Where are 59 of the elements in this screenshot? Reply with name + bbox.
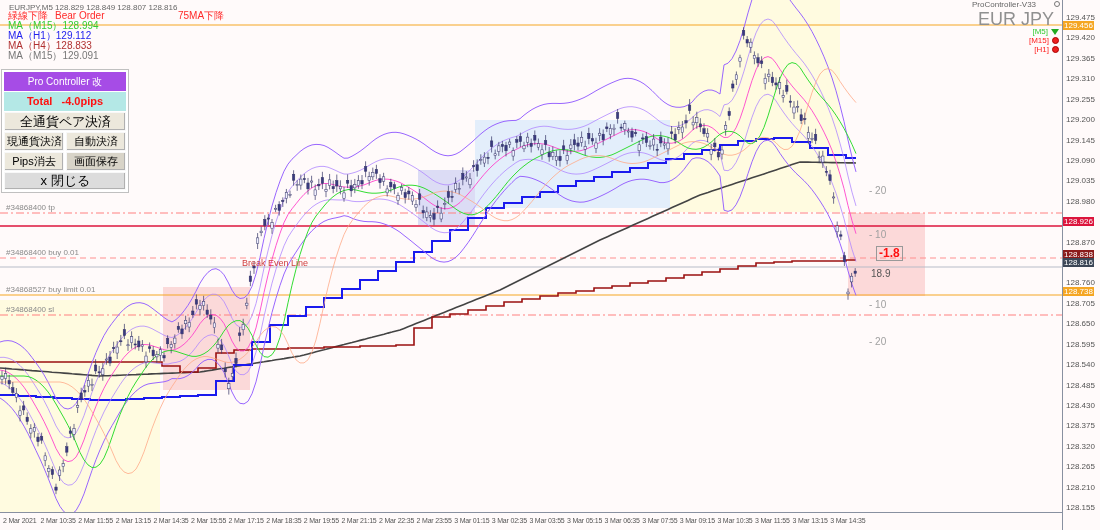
panel-title: Pro Controller 改: [4, 72, 126, 91]
price-tag: 128.738: [1063, 287, 1094, 297]
panel-button[interactable]: 全通貨ペア決済: [4, 112, 126, 131]
price-axis-label: 128.540: [1066, 361, 1095, 370]
symbol-header: EURJPY,M5 128.829 128.849 128.807 128.816: [9, 3, 178, 12]
ma-readout: MA（H4）128.833: [8, 41, 92, 51]
profit-label: -1.8: [876, 246, 903, 261]
indicator-name: ProController-V33: [972, 0, 1037, 9]
price-axis-label: 128.265: [1066, 463, 1095, 472]
instrument-name: EUR JPY: [978, 9, 1055, 29]
ma-readout: MA（M15）129.091: [8, 51, 99, 61]
price-axis-label: 128.870: [1066, 238, 1095, 247]
total-pips: Total -4.0pips: [4, 92, 126, 111]
panel-button[interactable]: 現通貨決済: [4, 132, 64, 151]
price-axis-label: 129.145: [1066, 136, 1095, 145]
order-label: #34868527 buy limit 0.01: [6, 286, 96, 294]
price-axis-label: 129.200: [1066, 116, 1095, 125]
order-label: #34868400 sl: [6, 306, 55, 314]
signal-text: Bear Order: [55, 10, 105, 21]
price-axis-label: 128.155: [1066, 504, 1095, 513]
price-axis-label: 129.420: [1066, 34, 1095, 43]
price-axis-label: 128.485: [1066, 381, 1095, 390]
price-tag: 128.816: [1063, 258, 1094, 268]
price-axis-label: 128.650: [1066, 320, 1095, 329]
order-label: #34868400 buy 0.01: [6, 249, 79, 257]
price-axis-label: 128.980: [1066, 197, 1095, 206]
price-axis-label: 129.255: [1066, 95, 1095, 104]
pips-mark: - 10: [869, 299, 887, 311]
signal-text: 75MA下降: [178, 10, 225, 22]
panel-button[interactable]: x 閉じる: [4, 172, 126, 190]
ma-readout: MA（M15）128.994: [8, 21, 99, 31]
order-label: #34868400 tp: [6, 204, 55, 212]
pips-mark: - 20: [869, 185, 887, 197]
break-even-label: Break Even Line: [242, 258, 309, 268]
pips-mark: - 20: [869, 336, 887, 348]
price-axis-label: 129.090: [1066, 156, 1095, 165]
price-axis-label: 129.475: [1066, 14, 1095, 22]
price-axis-label: 128.375: [1066, 422, 1095, 431]
timeframe-label: [M5]: [1032, 27, 1048, 36]
price-axis-label: 128.320: [1066, 442, 1095, 451]
panel-button[interactable]: 画面保存: [66, 152, 126, 171]
panel-button[interactable]: 自動決済: [66, 132, 126, 151]
price-axis-label: 128.705: [1066, 299, 1095, 308]
pips-mark: - 10: [869, 229, 887, 241]
timeframe-label: [H1]: [1034, 45, 1049, 54]
price-tag: 128.926: [1063, 217, 1094, 227]
price-axis-label: 129.365: [1066, 54, 1095, 63]
panel-button[interactable]: Pips消去: [4, 152, 64, 171]
timeframe-label: [M15]: [1029, 36, 1049, 45]
signal-text: 緑線下降: [8, 10, 48, 21]
price-tag: 129.456: [1063, 20, 1094, 30]
ma-readout: MA（H1）129.112: [8, 31, 93, 41]
price-axis-label: 128.595: [1066, 340, 1095, 349]
price-axis-label: 128.760: [1066, 279, 1095, 288]
price-axis-label: 129.310: [1066, 75, 1095, 84]
price-axis-label: 128.210: [1066, 483, 1095, 492]
distance-label: 18.9: [871, 268, 891, 279]
price-axis-label: 129.035: [1066, 177, 1095, 186]
price-axis-label: 128.430: [1066, 401, 1095, 410]
